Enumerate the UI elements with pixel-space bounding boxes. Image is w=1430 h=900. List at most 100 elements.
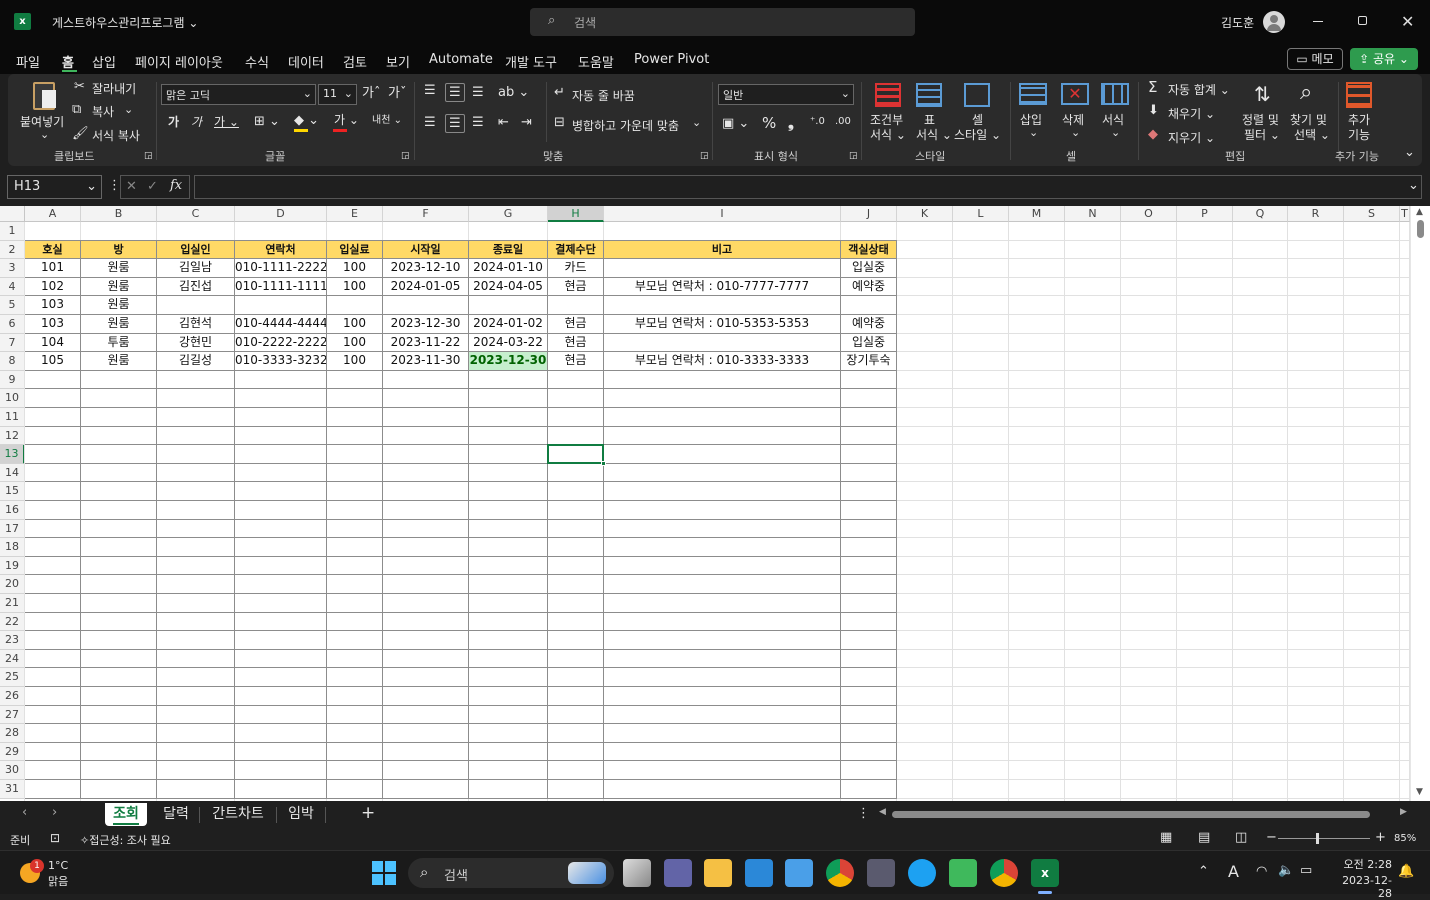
table-cell[interactable]	[327, 668, 383, 687]
table-cell[interactable]	[157, 463, 235, 483]
tab-developer[interactable]: 개발 도구	[505, 52, 557, 71]
cancel-icon[interactable]: ✕	[126, 180, 137, 193]
table-cell[interactable]	[548, 724, 604, 743]
table-cell[interactable]	[604, 631, 841, 650]
table-cell[interactable]: 100	[327, 259, 383, 278]
table-cell[interactable]: 100	[327, 277, 383, 297]
table-cell[interactable]	[157, 724, 235, 743]
column-header[interactable]: K	[897, 206, 953, 222]
table-cell[interactable]	[548, 501, 604, 520]
row-header[interactable]: 23	[0, 631, 25, 650]
table-cell[interactable]: 2024-01-10	[469, 259, 548, 278]
macro-record-icon[interactable]: ⊡	[50, 832, 60, 844]
table-cell[interactable]	[548, 482, 604, 501]
row-header[interactable]: 4	[0, 277, 25, 297]
table-cell[interactable]	[469, 594, 548, 613]
table-cell[interactable]	[548, 408, 604, 427]
table-cell[interactable]	[235, 649, 327, 669]
table-cell[interactable]	[25, 556, 81, 576]
vertical-scrollbar[interactable]: ▲ ▼	[1410, 206, 1430, 801]
notification-bell-icon[interactable]: 🔔	[1398, 865, 1414, 878]
table-cell[interactable]	[548, 631, 604, 650]
table-cell[interactable]	[469, 408, 548, 427]
table-cell[interactable]: 카드	[548, 259, 604, 278]
chrome-profile-icon[interactable]	[990, 859, 1018, 887]
header-cell[interactable]: 시작일	[383, 240, 469, 260]
table-cell[interactable]	[327, 463, 383, 483]
font-size-select[interactable]: 11 ⌄	[318, 84, 357, 105]
table-cell[interactable]	[469, 445, 548, 464]
table-cell[interactable]	[383, 296, 469, 315]
font-color-icon[interactable]: 가 ⌄	[334, 114, 359, 126]
row-header[interactable]: 17	[0, 519, 25, 539]
phonetic-icon[interactable]: 내천 ⌄	[372, 116, 402, 126]
table-cell[interactable]: 김현석	[157, 315, 235, 334]
table-cell[interactable]	[383, 538, 469, 557]
table-cell[interactable]: 100	[327, 333, 383, 353]
column-header[interactable]: J	[841, 206, 897, 222]
table-cell[interactable]	[327, 501, 383, 520]
table-cell[interactable]	[604, 668, 841, 687]
dialog-launcher-icon[interactable]: ◲	[700, 152, 709, 161]
table-cell[interactable]	[235, 612, 327, 632]
minimize-icon[interactable]	[1313, 21, 1323, 22]
table-cell[interactable]	[235, 575, 327, 594]
restore-icon[interactable]	[1358, 16, 1367, 25]
align-center-icon[interactable]: ☰	[445, 114, 465, 133]
column-header[interactable]: G	[469, 206, 548, 222]
table-cell[interactable]	[327, 575, 383, 594]
vertical-scroll-thumb[interactable]	[1417, 220, 1424, 238]
table-cell[interactable]	[841, 668, 897, 687]
table-cell[interactable]	[841, 501, 897, 520]
font-name-select[interactable]: 맑은 고딕 ⌄	[161, 84, 316, 105]
table-cell[interactable]: 김길성	[157, 352, 235, 371]
table-cell[interactable]	[81, 556, 157, 576]
table-cell[interactable]: 105	[25, 352, 81, 371]
table-cell[interactable]	[841, 742, 897, 762]
row-header[interactable]: 13	[0, 445, 25, 464]
align-bottom-icon[interactable]: ☰	[472, 86, 484, 99]
tab-data[interactable]: 데이터	[288, 52, 324, 71]
table-cell[interactable]	[548, 668, 604, 687]
table-cell[interactable]	[383, 556, 469, 576]
table-cell[interactable]: 103	[25, 315, 81, 334]
column-header[interactable]: O	[1121, 206, 1177, 222]
row-header[interactable]: 15	[0, 482, 25, 501]
insert-cells-button[interactable]: 삽입 ⌄	[1016, 80, 1052, 144]
column-header[interactable]: B	[81, 206, 157, 222]
table-cell[interactable]	[157, 631, 235, 650]
more-options-icon[interactable]: ⋮	[857, 807, 870, 820]
table-cell[interactable]	[841, 296, 897, 315]
battery-icon[interactable]: ▭	[1300, 864, 1312, 877]
table-cell[interactable]	[81, 612, 157, 632]
accounting-format-icon[interactable]: ▣ ⌄	[722, 117, 749, 130]
table-cell[interactable]: 원룸	[81, 296, 157, 315]
row-header[interactable]: 9	[0, 370, 25, 390]
table-cell[interactable]	[604, 426, 841, 446]
table-cell[interactable]	[383, 612, 469, 632]
table-cell[interactable]: 예약중	[841, 277, 897, 297]
fill-handle[interactable]	[601, 460, 606, 466]
table-cell[interactable]	[157, 482, 235, 501]
table-cell[interactable]	[841, 482, 897, 501]
scroll-left-icon[interactable]: ◀	[879, 808, 886, 817]
zoom-in-icon[interactable]: +	[1375, 831, 1386, 844]
align-middle-icon[interactable]: ☰	[445, 83, 465, 102]
header-cell[interactable]: 방	[81, 240, 157, 260]
header-cell[interactable]: 결제수단	[548, 240, 604, 260]
table-cell[interactable]	[469, 761, 548, 780]
table-cell[interactable]	[81, 594, 157, 613]
table-cell[interactable]	[548, 389, 604, 408]
horizontal-scrollbar[interactable]	[892, 811, 1370, 818]
table-cell[interactable]	[841, 408, 897, 427]
dialog-launcher-icon[interactable]: ◲	[144, 152, 153, 161]
zoom-out-icon[interactable]: −	[1266, 831, 1277, 844]
table-cell[interactable]	[383, 649, 469, 669]
row-header[interactable]: 27	[0, 705, 25, 725]
table-cell[interactable]	[81, 668, 157, 687]
table-cell[interactable]	[235, 742, 327, 762]
table-cell[interactable]	[327, 631, 383, 650]
table-cell[interactable]	[81, 426, 157, 446]
table-cell[interactable]	[81, 780, 157, 799]
underline-icon[interactable]: 가 ⌄	[214, 116, 239, 128]
